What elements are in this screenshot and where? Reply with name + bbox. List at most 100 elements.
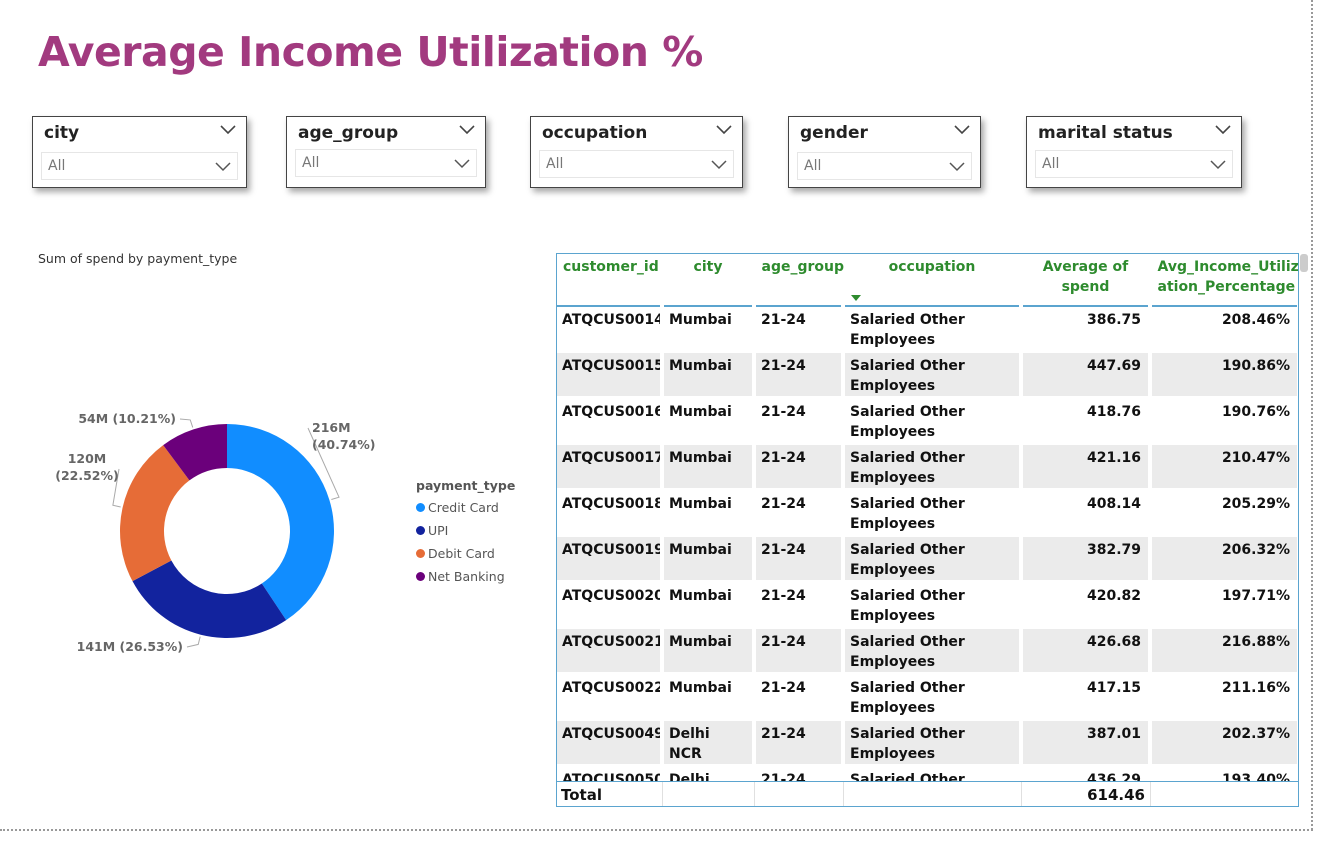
cell-average-of-spend: 408.14 xyxy=(1021,489,1152,537)
cell-occupation: Salaried Other Employees xyxy=(843,581,1023,629)
cell-average-of-spend: 387.01 xyxy=(1021,719,1152,767)
cell-occupation: Salaried Other Employees xyxy=(843,306,1023,353)
legend-dot xyxy=(416,549,425,558)
slicer-age-group-dropdown[interactable]: All xyxy=(295,149,477,177)
table-row[interactable]: ATQCUS0014 Mumbai 21-24 Salaried Other Empl… xyxy=(557,306,1298,353)
legend-label: Debit Card xyxy=(428,546,495,561)
cell-city: Mumbai xyxy=(662,535,756,583)
cell-average-of-spend: 426.68 xyxy=(1021,627,1152,675)
table-row[interactable]: ATQCUS0015 Mumbai 21-24 Salaried Other Empl… xyxy=(557,351,1298,399)
table-row[interactable]: ATQCUS0017 Mumbai 21-24 Salaried Other Empl… xyxy=(557,443,1298,491)
column-header-customer-id[interactable]: customer_id xyxy=(557,254,664,307)
cell-occupation: Salaried Other Employees xyxy=(843,397,1023,445)
cell-customer-id: ATQCUS0018 xyxy=(557,489,664,537)
slicer-occupation[interactable]: occupation All xyxy=(530,116,743,188)
chevron-down-icon[interactable] xyxy=(220,124,236,136)
column-header-age-group[interactable]: age_group xyxy=(754,254,845,307)
chevron-down-icon[interactable] xyxy=(954,124,970,136)
data-label-credit-card: 216M (40.74%) xyxy=(312,420,376,452)
slicer-age-group[interactable]: age_group All xyxy=(286,116,486,188)
data-label-net-banking: 54M (10.21%) xyxy=(78,411,176,426)
legend-item-net-banking[interactable]: Net Banking xyxy=(416,565,515,588)
cell-avg-income-utilization: 210.47% xyxy=(1150,443,1298,491)
legend-label: UPI xyxy=(428,523,449,538)
cell-average-of-spend: 386.75 xyxy=(1021,306,1152,353)
cell-city: Mumbai xyxy=(662,673,756,721)
legend-label: Net Banking xyxy=(428,569,505,584)
cell-occupation: Salaried Other Employees xyxy=(843,489,1023,537)
cell-customer-id: ATQCUS0021 xyxy=(557,627,664,675)
slicer-age-group-label: age_group xyxy=(298,123,399,143)
cell-age-group: 21-24 xyxy=(754,443,845,491)
column-divider xyxy=(843,782,844,806)
table-row[interactable]: ATQCUS0021 Mumbai 21-24 Salaried Other Empl… xyxy=(557,627,1298,675)
cell-avg-income-utilization: 208.46% xyxy=(1150,306,1298,353)
cell-age-group: 21-24 xyxy=(754,581,845,629)
cell-occupation: Salaried Other Employees xyxy=(843,719,1023,767)
table-row[interactable]: ATQCUS0020 Mumbai 21-24 Salaried Other Empl… xyxy=(557,581,1298,629)
cell-avg-income-utilization: 206.32% xyxy=(1150,535,1298,583)
cell-age-group: 21-24 xyxy=(754,719,845,767)
cell-city: Delhi NCR xyxy=(662,719,756,767)
table-row[interactable]: ATQCUS0018 Mumbai 21-24 Salaried Other Empl… xyxy=(557,489,1298,537)
cell-age-group: 21-24 xyxy=(754,397,845,445)
column-divider xyxy=(754,782,755,806)
chevron-down-icon[interactable] xyxy=(716,124,732,136)
cell-occupation: Salaried Other Employees xyxy=(843,535,1023,583)
table-row[interactable]: ATQCUS0016 Mumbai 21-24 Salaried Other Empl… xyxy=(557,397,1298,445)
slicer-city[interactable]: city All xyxy=(32,116,247,188)
cell-customer-id: ATQCUS0016 xyxy=(557,397,664,445)
column-header-occupation[interactable]: occupation xyxy=(843,254,1023,307)
slicer-marital-status-value: All xyxy=(1042,156,1060,172)
cell-customer-id: ATQCUS0015 xyxy=(557,351,664,399)
column-header-avg-income-utilization[interactable]: Avg_Income_Utiliz ation_Percentage xyxy=(1150,254,1299,307)
slicer-marital-status-label: marital status xyxy=(1038,123,1173,143)
slicer-city-value: All xyxy=(48,158,66,174)
data-label-upi: 141M (26.53%) xyxy=(77,639,183,654)
slicer-city-dropdown[interactable]: All xyxy=(41,152,238,180)
slicer-gender[interactable]: gender All xyxy=(788,116,981,188)
donut-slice-upi[interactable] xyxy=(132,560,287,638)
legend-item-credit-card[interactable]: Credit Card xyxy=(416,496,515,519)
chevron-down-icon[interactable] xyxy=(459,124,475,136)
column-header-average-of-spend[interactable]: Average of spend xyxy=(1021,254,1152,307)
cell-age-group: 21-24 xyxy=(754,351,845,399)
cell-city: Mumbai xyxy=(662,581,756,629)
data-table[interactable]: customer_id city age_group occupation Av… xyxy=(556,253,1299,807)
table-row[interactable]: ATQCUS0049 Delhi NCR 21-24 Salaried Other E… xyxy=(557,719,1298,767)
column-header-city[interactable]: city xyxy=(662,254,756,307)
column-divider xyxy=(662,782,663,806)
cell-avg-income-utilization: 190.76% xyxy=(1150,397,1298,445)
chevron-down-icon[interactable] xyxy=(1215,124,1231,136)
label-leader-line xyxy=(186,636,201,648)
column-header-avg-income-utilization-line1: Avg_Income_Utiliz xyxy=(1157,259,1299,275)
data-label-debit-card: 120M (22.52%) xyxy=(55,451,119,483)
column-header-average-of-spend-line2: spend xyxy=(1061,279,1110,295)
slicer-gender-dropdown[interactable]: All xyxy=(797,152,972,180)
column-header-avg-income-utilization-line2: ation_Percentage xyxy=(1157,279,1296,295)
cell-customer-id: ATQCUS0049 xyxy=(557,719,664,767)
cell-age-group: 21-24 xyxy=(754,489,845,537)
chevron-down-icon xyxy=(1210,160,1226,170)
slicer-marital-status[interactable]: marital status All xyxy=(1026,116,1242,188)
page-title: Average Income Utilization % xyxy=(38,28,703,76)
cell-avg-income-utilization: 202.37% xyxy=(1150,719,1298,767)
slicer-occupation-value: All xyxy=(546,156,564,172)
legend-item-debit-card[interactable]: Debit Card xyxy=(416,542,515,565)
table-scrollbar[interactable] xyxy=(1300,254,1308,272)
cell-avg-income-utilization: 205.29% xyxy=(1150,489,1298,537)
cell-average-of-spend: 418.76 xyxy=(1021,397,1152,445)
slicer-marital-status-dropdown[interactable]: All xyxy=(1035,150,1233,178)
table-row[interactable]: ATQCUS0022 Mumbai 21-24 Salaried Other Empl… xyxy=(557,673,1298,721)
cell-city: Mumbai xyxy=(662,443,756,491)
legend-item-upi[interactable]: UPI xyxy=(416,519,515,542)
donut-slice-credit-card[interactable] xyxy=(227,424,334,621)
cell-age-group: 21-24 xyxy=(754,535,845,583)
cell-city: Mumbai xyxy=(662,351,756,399)
cell-age-group: 21-24 xyxy=(754,627,845,675)
slicer-occupation-dropdown[interactable]: All xyxy=(539,150,734,178)
cell-avg-income-utilization: 216.88% xyxy=(1150,627,1298,675)
cell-customer-id: ATQCUS0019 xyxy=(557,535,664,583)
cell-city: Mumbai xyxy=(662,306,756,353)
table-row[interactable]: ATQCUS0019 Mumbai 21-24 Salaried Other Empl… xyxy=(557,535,1298,583)
